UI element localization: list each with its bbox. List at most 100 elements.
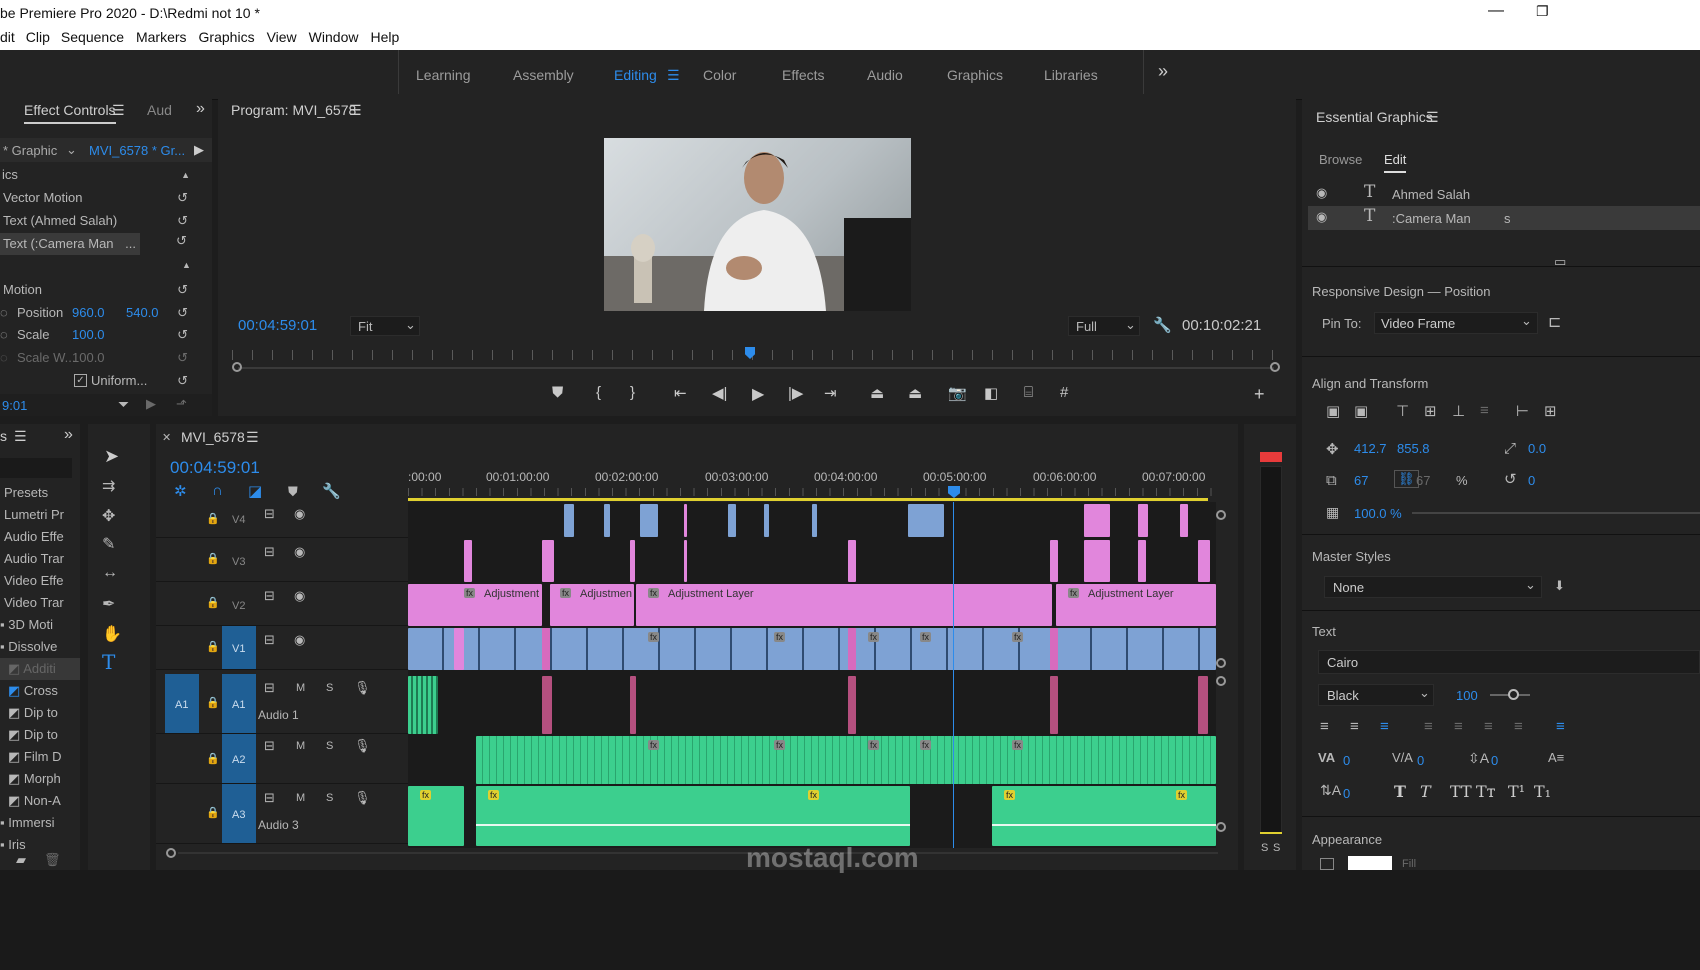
track-target-v1[interactable]: V1 — [222, 626, 256, 669]
faux-bold-icon[interactable]: T — [1394, 782, 1406, 801]
effect-item[interactable]: Text (Ahmed Salah) ↺ — [0, 210, 198, 232]
link-icon[interactable]: ⛓ — [1394, 470, 1419, 488]
list-item[interactable]: ◩ Dip to — [0, 702, 80, 724]
eye-icon[interactable]: ◉ — [294, 632, 305, 648]
microphone-icon[interactable]: 🎙 — [354, 790, 371, 806]
workspace-graphics[interactable]: Graphics — [947, 67, 1003, 83]
selection-tool-icon[interactable]: ➤ — [104, 446, 119, 467]
zoom-handle-left[interactable] — [232, 362, 242, 372]
more-panels-icon[interactable]: » — [64, 426, 73, 444]
list-item[interactable]: ▪ Immersi — [0, 812, 80, 834]
workspace-color[interactable]: Color — [703, 67, 736, 83]
clip-v3[interactable] — [684, 540, 687, 582]
safe-margins-icon[interactable]: ⌸ — [1024, 384, 1033, 401]
clip-label[interactable]: MVI_6578 * Gr... — [89, 143, 185, 158]
more-panels-icon[interactable]: » — [196, 100, 205, 118]
transition-clip[interactable] — [542, 628, 550, 670]
chevron-down-icon[interactable]: ⌄ — [66, 142, 77, 158]
adjustment-layer-clip[interactable]: fx Adjustment — [408, 584, 542, 626]
align-center-text-icon[interactable]: ≡ — [1350, 718, 1359, 735]
play-icon[interactable]: ▶ — [752, 384, 764, 404]
download-icon[interactable]: ⬇ — [1554, 578, 1565, 594]
source-label[interactable]: * Graphic — [3, 143, 57, 158]
effect-item[interactable]: Vector Motion ↺ — [0, 187, 198, 209]
align-left-icon[interactable]: ⊢ — [1516, 402, 1529, 420]
justify-center-icon[interactable]: ≡ — [1454, 718, 1463, 735]
mute-button[interactable]: M — [296, 740, 305, 752]
scrub-bar[interactable] — [232, 347, 1280, 372]
horizontal-scroll-handle[interactable] — [166, 848, 176, 858]
align-bottom-icon[interactable]: ⊥ — [1452, 402, 1465, 420]
kerning-value[interactable]: 0 — [1417, 753, 1424, 768]
rotation-value[interactable]: 0 — [1528, 473, 1535, 488]
clip-v4[interactable] — [564, 504, 574, 537]
volume-rubber-band[interactable] — [476, 824, 910, 826]
solo-button[interactable]: S — [326, 682, 333, 694]
transition-clip[interactable] — [848, 628, 856, 670]
sync-lock-icon[interactable]: ⊟ — [264, 506, 275, 522]
track-select-tool-icon[interactable]: ⇉ — [102, 476, 115, 496]
collapse-icon[interactable]: ▲ — [182, 260, 191, 270]
menu-view[interactable]: View — [267, 29, 297, 45]
solo-left[interactable]: S — [1261, 842, 1268, 854]
add-marker-icon[interactable]: ⛊ — [288, 484, 298, 500]
ec-timecode[interactable]: 9:01 — [2, 398, 27, 413]
menu-clip[interactable]: Clip — [26, 29, 50, 45]
comparison-view-icon[interactable]: ◧ — [984, 384, 998, 402]
workspace-editing[interactable]: Editing — [614, 67, 657, 83]
horizontal-scrollbar[interactable] — [178, 852, 1218, 854]
scale-value[interactable]: 100.0 — [72, 324, 105, 346]
panel-menu-icon[interactable]: ☰ — [246, 429, 259, 446]
align-top-icon[interactable]: ⊤ — [1396, 402, 1409, 420]
menu-markers[interactable]: Markers — [136, 29, 187, 45]
clip-v4[interactable] — [1138, 504, 1148, 537]
audio-transition[interactable] — [848, 676, 856, 734]
razor-tool-icon[interactable]: ✎ — [102, 534, 115, 554]
microphone-icon[interactable]: 🎙 — [354, 738, 371, 754]
clip-v4[interactable] — [640, 504, 658, 537]
layer-row[interactable]: ◉ T Ahmed Salah — [1308, 182, 1700, 206]
snap-magnet-icon[interactable]: ∩ — [212, 482, 223, 499]
align-horizontal-center-icon[interactable]: ▣ — [1354, 402, 1368, 420]
opacity-slider[interactable] — [1412, 512, 1700, 514]
master-styles-select[interactable]: None ⌄ — [1324, 576, 1542, 598]
menu-help[interactable]: Help — [370, 29, 399, 45]
align-vertical-center-icon[interactable]: ▣ — [1326, 402, 1340, 420]
position-x-value[interactable]: 960.0 — [72, 302, 105, 324]
leading-value[interactable]: 0 — [1491, 753, 1498, 768]
tab-effects[interactable]: s — [0, 428, 7, 444]
stopwatch-icon[interactable]: ◌ — [0, 302, 8, 324]
slip-tool-icon[interactable]: ↔ — [102, 564, 118, 582]
export-icon[interactable]: ⬏ — [176, 396, 187, 412]
linked-selection-icon[interactable]: ◪ — [248, 482, 262, 500]
playhead-timecode[interactable]: 00:04:59:01 — [238, 317, 317, 334]
clip-v3[interactable] — [1198, 540, 1210, 582]
solo-button[interactable]: S — [326, 792, 333, 804]
video-clip-v1[interactable] — [408, 628, 1216, 670]
minimize-icon[interactable]: — — [1488, 2, 1504, 20]
text-direction-icon[interactable]: ≡ — [1556, 718, 1565, 735]
panel-menu-icon[interactable]: ☰ — [14, 428, 27, 445]
close-icon[interactable]: ✕ — [162, 431, 171, 444]
pen-tool-icon[interactable]: ✒ — [102, 594, 115, 614]
mute-button[interactable]: M — [296, 792, 305, 804]
anchor-value[interactable]: 0.0 — [1528, 441, 1546, 456]
clip-indicator[interactable] — [1260, 452, 1282, 462]
list-item[interactable]: ◩ Morph — [0, 768, 80, 790]
lock-icon[interactable]: 🔒 — [206, 512, 220, 525]
small-caps-icon[interactable]: Tт — [1476, 782, 1496, 801]
clip-v4[interactable] — [604, 504, 610, 537]
sync-lock-icon[interactable]: ⊟ — [264, 632, 275, 648]
list-item[interactable]: Audio Effe — [0, 526, 80, 548]
menu-graphics[interactable]: Graphics — [199, 29, 255, 45]
list-item[interactable]: ▪ 3D Moti — [0, 614, 80, 636]
effects-search-input[interactable] — [0, 458, 72, 478]
add-marker-icon[interactable]: ⛊ — [552, 384, 563, 401]
volume-rubber-band[interactable] — [992, 824, 1216, 826]
lock-icon[interactable]: 🔒 — [206, 596, 220, 609]
stopwatch-icon[interactable]: ◌ — [0, 324, 8, 346]
reset-icon[interactable]: ↺ — [177, 324, 188, 346]
list-item[interactable]: ▪ Iris — [0, 834, 80, 856]
track-target-a1[interactable]: A1 — [222, 674, 256, 733]
clip-v3[interactable] — [1050, 540, 1058, 582]
